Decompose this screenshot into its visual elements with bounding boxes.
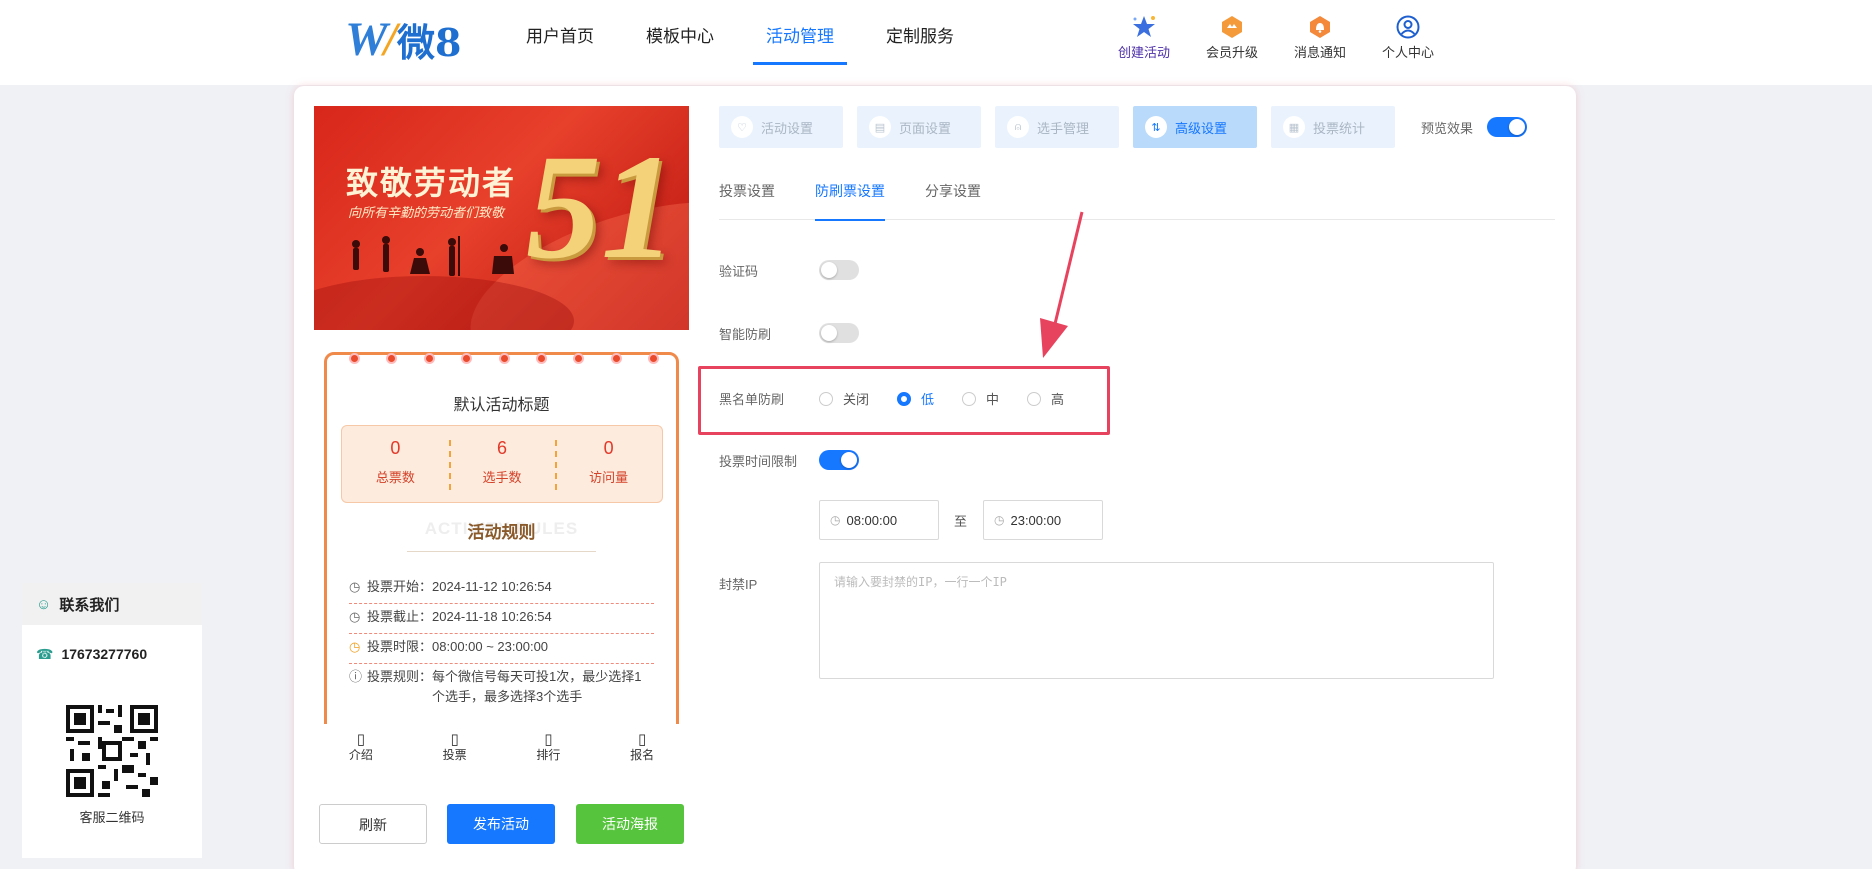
banner-subtitle: 向所有辛勤的劳动者们致敬	[348, 206, 505, 221]
step-contestant-management[interactable]: ⍝ 选手管理	[995, 106, 1119, 148]
notifications-button[interactable]: 消息通知	[1276, 12, 1364, 61]
ban-ip-label: 封禁IP	[719, 577, 758, 592]
activity-poster-button[interactable]: 活动海报	[576, 804, 684, 844]
clock-icon: ◷	[349, 579, 361, 594]
card-decoration	[349, 353, 659, 364]
rules-title: 活动规则	[467, 523, 536, 542]
workers-silhouette-icon	[352, 236, 514, 276]
nav-item-templates[interactable]: 模板中心	[620, 0, 740, 85]
tab-vote-icon: ▯	[450, 731, 459, 748]
create-activity-button[interactable]: 创建活动	[1100, 12, 1188, 61]
preview-toggle-switch[interactable]	[1487, 117, 1528, 137]
stat-total-votes: 0 总票数	[375, 438, 415, 485]
time-limit-row: 投票时间限制	[719, 450, 859, 470]
tab-intro[interactable]: ▯ 介绍	[314, 724, 408, 774]
subtab-share-settings[interactable]: 分享设置	[925, 170, 981, 220]
logo-text: 微8	[397, 19, 462, 65]
tab-ranking-icon: ▯	[544, 731, 553, 748]
stats-icon: ▦	[1283, 116, 1305, 138]
sliders-icon: ⇅	[1145, 116, 1167, 138]
banner-title: 致敬劳动者	[346, 164, 517, 202]
end-time-input[interactable]: ◷ 23:00:00	[983, 500, 1103, 540]
time-limit-label: 投票时间限制	[719, 453, 798, 469]
main-nav: 用户首页 模板中心 活动管理 定制服务	[500, 0, 980, 85]
settings-subtabs: 投票设置 防刷票设置 分享设置	[719, 170, 1555, 221]
info-icon: ⓘ	[349, 669, 363, 684]
publish-activity-button[interactable]: 发布活动	[447, 804, 555, 844]
bell-badge-icon	[1276, 12, 1364, 42]
contact-phone[interactable]: ☎ 17673277760	[22, 625, 202, 683]
activity-info-card: 默认活动标题 0 总票数 6 选手数 0 访问量 ACTIVITY RULES …	[324, 352, 679, 724]
preview-tabbar: ▯ 介绍 ▯ 投票 ▯ 排行 ▯ 报名	[314, 724, 689, 774]
logo[interactable]: W/ 微8	[345, 12, 462, 66]
captcha-switch[interactable]	[819, 260, 859, 280]
clock-icon: ◷	[994, 513, 1005, 527]
ban-ip-textarea[interactable]	[819, 562, 1494, 679]
clock-icon: ◷	[349, 609, 361, 624]
nav-item-custom-service[interactable]: 定制服务	[860, 0, 980, 85]
rule-start-time: ◷ 投票开始： 2024-11-12 10:26:54	[349, 577, 654, 604]
time-limit-switch[interactable]	[819, 450, 859, 470]
start-time-input[interactable]: ◷ 08:00:00	[819, 500, 939, 540]
qr-label: 客服二维码	[79, 810, 145, 825]
tab-ranking[interactable]: ▯ 排行	[502, 724, 596, 774]
notifications-label: 消息通知	[1293, 45, 1346, 60]
member-upgrade-button[interactable]: 会员升级	[1188, 12, 1276, 61]
rules-heading: ACTIVITY RULES 活动规则	[327, 519, 676, 542]
smart-guard-label: 智能防刷	[719, 326, 772, 342]
smart-guard-switch[interactable]	[819, 323, 859, 343]
person-icon: ⍝	[1007, 116, 1029, 138]
personal-center-button[interactable]: 个人中心	[1364, 12, 1452, 61]
tab-signup[interactable]: ▯ 报名	[595, 724, 689, 774]
headset-icon: ☺	[36, 595, 52, 613]
heart-icon: ♡	[731, 116, 753, 138]
user-circle-icon	[1364, 12, 1452, 42]
subtab-vote-settings[interactable]: 投票设置	[719, 170, 775, 220]
captcha-label: 验证码	[719, 263, 759, 279]
qr-code	[66, 705, 158, 797]
step-page-settings[interactable]: ▤ 页面设置	[857, 106, 981, 148]
clock-icon: ◷	[830, 513, 841, 527]
time-separator: 至	[954, 514, 968, 529]
smart-guard-row: 智能防刷	[719, 323, 859, 343]
pointer-arrow-icon	[1040, 211, 1084, 358]
create-activity-label: 创建活动	[1117, 45, 1170, 60]
step-activity-settings[interactable]: ♡ 活动设置	[719, 106, 843, 148]
highlight-box	[698, 366, 1110, 435]
refresh-button[interactable]: 刷新	[319, 804, 427, 844]
rule-time-window: ◷ 投票时限： 08:00:00 ~ 23:00:00	[349, 637, 654, 664]
activity-banner: 致敬劳动者 向所有辛勤的劳动者们致敬 51	[314, 106, 689, 330]
contact-header: ☺ 联系我们	[22, 583, 202, 625]
logo-mark: W/	[345, 12, 397, 66]
nav-item-activity-management[interactable]: 活动管理	[740, 0, 860, 85]
vip-badge-icon	[1188, 12, 1276, 42]
phone-preview[interactable]: 致敬劳动者 向所有辛勤的劳动者们致敬 51 默认活动标题 0 总票数 6 选手数…	[314, 106, 689, 724]
banner-number: 51	[526, 124, 676, 290]
tab-vote[interactable]: ▯ 投票	[408, 724, 502, 774]
header-tools: 创建活动 会员升级 消息通知 个人中心	[1100, 12, 1452, 61]
member-upgrade-label: 会员升级	[1205, 45, 1258, 60]
rule-end-time: ◷ 投票截止： 2024-11-18 10:26:54	[349, 607, 654, 634]
settings-steps: ♡ 活动设置 ▤ 页面设置 ⍝ 选手管理 ⇅ 高级设置 ▦ 投票统计 预览效果	[719, 106, 1528, 148]
rule-voting-rule: ⓘ 投票规则： 每个微信号每天可投1次，最少选择1个选手，最多选择3个选手	[349, 667, 654, 713]
stat-contestants: 6 选手数	[448, 426, 556, 502]
captcha-row: 验证码	[719, 260, 859, 280]
personal-center-label: 个人中心	[1381, 45, 1434, 60]
stats-panel: 0 总票数 6 选手数 0 访问量	[341, 425, 663, 503]
subtab-anti-fraud[interactable]: 防刷票设置	[815, 170, 885, 221]
activity-title: 默认活动标题	[453, 397, 550, 414]
stat-visits: 0 访问量	[555, 426, 662, 502]
page-icon: ▤	[869, 116, 891, 138]
top-header: W/ 微8 用户首页 模板中心 活动管理 定制服务 创建活动 会员升级 消息通知	[0, 0, 1872, 85]
clock-icon: ◷	[349, 639, 361, 654]
contact-widget: ☺ 联系我们 ☎ 17673277760 客服二维码	[22, 583, 202, 858]
preview-toggle-label: 预览效果	[1421, 120, 1474, 136]
step-advanced-settings[interactable]: ⇅ 高级设置	[1133, 106, 1257, 148]
tab-intro-icon: ▯	[356, 731, 365, 748]
star-icon	[1100, 12, 1188, 42]
step-vote-statistics[interactable]: ▦ 投票统计	[1271, 106, 1395, 148]
phone-icon: ☎	[36, 645, 54, 662]
tab-signup-icon: ▯	[637, 731, 647, 748]
nav-item-home[interactable]: 用户首页	[500, 0, 620, 85]
